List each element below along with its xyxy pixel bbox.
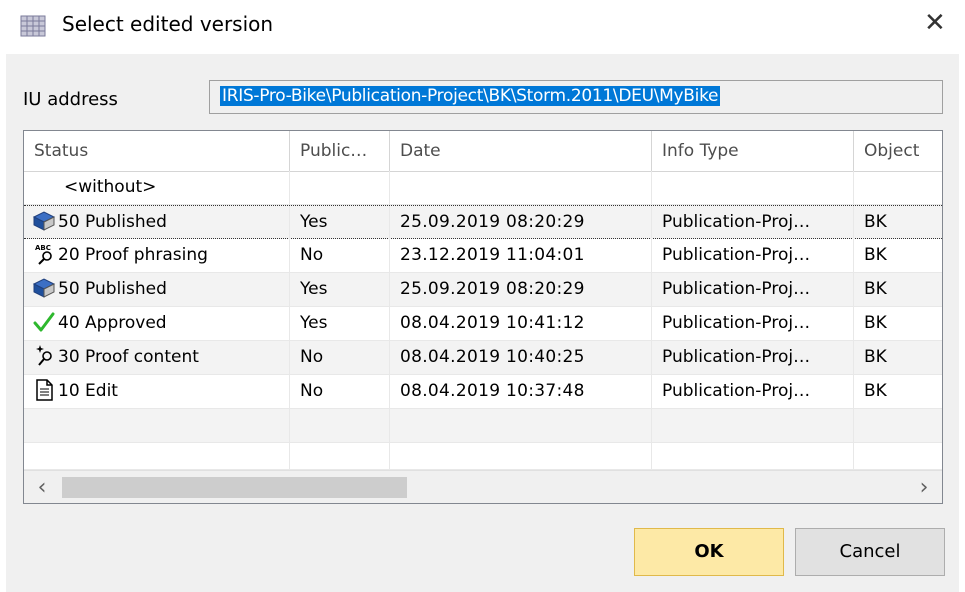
table-row[interactable]: ABC 20 Proof phrasing No 23.12.2019 11:0…	[24, 239, 942, 273]
table-row[interactable]: 10 Edit No 08.04.2019 10:37:48 Publicati…	[24, 375, 942, 409]
status-cell: ABC 20 Proof phrasing	[24, 239, 290, 272]
book-icon	[32, 278, 56, 298]
column-header-published[interactable]: Public…	[290, 131, 390, 171]
document-icon	[36, 379, 53, 401]
ok-button[interactable]: OK	[634, 528, 784, 576]
table-row[interactable]: 50 Published Yes 25.09.2019 08:20:29 Pub…	[24, 205, 942, 239]
date-cell: 25.09.2019 08:20:29	[390, 273, 652, 306]
magnifier-sparkle-icon	[36, 345, 52, 366]
empty-cell	[24, 409, 290, 442]
published-cell: No	[290, 341, 390, 374]
column-header-status[interactable]: Status	[24, 131, 290, 171]
empty-cell	[854, 409, 942, 442]
status-cell: 50 Published	[24, 206, 290, 239]
grid-app-icon	[20, 15, 46, 37]
object-cell: BK	[864, 313, 887, 333]
empty-cell	[390, 409, 652, 442]
cancel-button[interactable]: Cancel	[795, 528, 945, 576]
published-cell: Yes	[290, 307, 390, 340]
empty-cell	[390, 443, 652, 470]
status-cell: 30 Proof content	[24, 341, 290, 374]
empty-cell	[24, 443, 290, 470]
object-cell: BK	[864, 381, 887, 401]
checkmark-icon	[33, 312, 55, 332]
empty-cell	[290, 443, 390, 470]
empty-row	[24, 409, 942, 443]
empty-cell	[652, 409, 854, 442]
info-type-cell: Publication-Proj…	[652, 341, 854, 374]
table-row[interactable]: 40 Approved Yes 08.04.2019 10:41:12 Publ…	[24, 307, 942, 341]
date-cell	[390, 171, 652, 204]
date-cell: 08.04.2019 10:41:12	[390, 307, 652, 340]
versions-table[interactable]: Status Public… Date Info Type Object <wi…	[23, 130, 943, 504]
object-cell: BK	[864, 212, 887, 232]
published-cell	[290, 171, 390, 204]
status-label: 40 Approved	[58, 313, 167, 333]
published-cell: No	[290, 375, 390, 408]
scroll-right-icon[interactable]: ›	[908, 471, 940, 503]
column-header-date[interactable]: Date	[390, 131, 652, 171]
status-label: 30 Proof content	[58, 347, 199, 367]
info-type-cell: Publication-Proj…	[652, 206, 854, 239]
empty-cell	[854, 443, 942, 470]
horizontal-scrollbar[interactable]: ‹ ›	[24, 470, 942, 503]
window-title: Select edited version	[62, 12, 274, 36]
status-cell: 10 Edit	[24, 375, 290, 408]
date-cell: 25.09.2019 08:20:29	[390, 206, 652, 239]
iu-address-label: IU address	[23, 89, 118, 110]
table-row[interactable]: 50 Published Yes 25.09.2019 08:20:29 Pub…	[24, 273, 942, 307]
status-cell: 50 Published	[24, 273, 290, 306]
info-type-cell: Publication-Proj…	[652, 239, 854, 272]
iu-address-value: IRIS-Pro-Bike\Publication-Project\BK\Sto…	[220, 86, 721, 106]
column-header-object[interactable]: Object	[854, 131, 942, 171]
object-cell: BK	[864, 245, 887, 265]
book-icon	[32, 211, 56, 231]
status-cell: <without>	[24, 171, 290, 204]
published-cell: No	[290, 239, 390, 272]
object-cell: BK	[864, 279, 887, 299]
status-label: 50 Published	[58, 212, 167, 232]
close-icon[interactable]: ✕	[924, 8, 946, 38]
object-cell: BK	[864, 347, 887, 367]
table-header: Status Public… Date Info Type Object	[24, 131, 942, 172]
empty-cell	[290, 409, 390, 442]
title-bar: Select edited version ✕	[0, 0, 965, 54]
published-cell: Yes	[290, 273, 390, 306]
info-type-cell: Publication-Proj…	[652, 307, 854, 340]
empty-row	[24, 443, 942, 470]
scrollbar-thumb[interactable]	[62, 477, 407, 498]
empty-cell	[652, 443, 854, 470]
spell-check-icon: ABC	[35, 244, 52, 265]
table-row[interactable]: 30 Proof content No 08.04.2019 10:40:25 …	[24, 341, 942, 375]
date-cell: 08.04.2019 10:37:48	[390, 375, 652, 408]
info-type-cell: Publication-Proj…	[652, 375, 854, 408]
iu-address-field[interactable]: IRIS-Pro-Bike\Publication-Project\BK\Sto…	[209, 80, 943, 114]
status-label: 10 Edit	[58, 381, 118, 401]
date-cell: 08.04.2019 10:40:25	[390, 341, 652, 374]
column-header-info-type[interactable]: Info Type	[652, 131, 854, 171]
scroll-left-icon[interactable]: ‹	[26, 471, 58, 503]
info-type-cell	[652, 171, 854, 204]
status-label: 20 Proof phrasing	[58, 245, 208, 265]
published-cell: Yes	[290, 206, 390, 239]
table-row[interactable]: <without>	[24, 171, 942, 205]
svg-text:ABC: ABC	[35, 244, 51, 252]
info-type-cell: Publication-Proj…	[652, 273, 854, 306]
object-cell	[854, 171, 942, 204]
date-cell: 23.12.2019 11:04:01	[390, 239, 652, 272]
status-label: 50 Published	[58, 279, 167, 299]
status-cell: 40 Approved	[24, 307, 290, 340]
